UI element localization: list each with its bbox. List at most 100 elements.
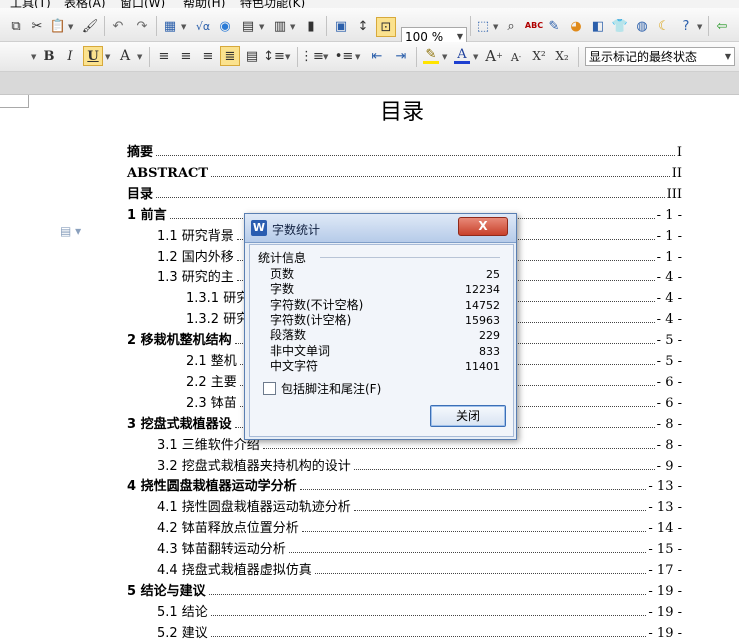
include-footnotes-checkbox[interactable]: [263, 382, 276, 395]
track-changes-view-select[interactable]: 显示标记的最终状态 ▼: [585, 47, 735, 66]
stat-value: 25: [486, 268, 500, 281]
help-dropdown-icon[interactable]: ▼: [697, 23, 702, 31]
line-spacing-icon[interactable]: ↕≡: [263, 48, 285, 64]
toc-entry[interactable]: 5.1 结论 - 19 -: [157, 600, 682, 620]
insert-table-icon[interactable]: ▦: [162, 18, 178, 34]
toc-entry-text: 4.1 挠性圆盘栽植器运动轨迹分析: [157, 500, 351, 515]
convert-pdf-icon[interactable]: ◧: [590, 18, 606, 34]
char-border-button[interactable]: A: [116, 47, 134, 65]
menu-features[interactable]: 特色功能(K): [240, 0, 305, 8]
chart-icon[interactable]: ▮: [303, 18, 319, 34]
font-color-icon[interactable]: A: [454, 47, 470, 64]
page-view-icon[interactable]: ⊡: [376, 17, 396, 37]
increase-indent-icon[interactable]: ⇥: [392, 48, 410, 64]
close-dialog-button[interactable]: 关闭: [430, 405, 506, 427]
columns-icon[interactable]: ▥: [272, 18, 288, 34]
toc-entry[interactable]: 目录 III: [127, 182, 682, 202]
numbered-list-dropdown-icon[interactable]: ▼: [323, 53, 328, 61]
document-map-icon[interactable]: ▣: [333, 18, 349, 34]
toc-entry-text: 4.3 钵苗翻转运动分析: [157, 542, 286, 557]
line-spacing-dropdown-icon[interactable]: ▼: [285, 53, 290, 61]
stats-group-label: 统计信息: [258, 251, 307, 265]
table-grid-dropdown-icon[interactable]: ▼: [259, 23, 264, 31]
bold-button[interactable]: B: [41, 48, 57, 64]
toc-entry[interactable]: 4.4 挠盘式栽植器虚拟仿真 - 17 -: [157, 558, 682, 578]
toc-entry[interactable]: 4.1 挠性圆盘栽植器运动轨迹分析 - 13 -: [157, 495, 682, 515]
undo-icon[interactable]: ↶: [110, 18, 126, 34]
grow-font-button[interactable]: A +: [485, 47, 503, 65]
shrink-font-button[interactable]: A-: [508, 49, 524, 65]
include-footnotes-label[interactable]: 包括脚注和尾注(F): [281, 380, 381, 397]
hyperlink-icon[interactable]: ◉: [217, 18, 233, 34]
paste-icon[interactable]: 📋: [50, 18, 66, 34]
align-left-icon[interactable]: ≡: [156, 48, 172, 64]
paragraph-marker-icon[interactable]: ▤ ▾: [60, 224, 81, 238]
toc-entry[interactable]: 3.2 挖盘式栽植器夹持机构的设计 - 9 -: [157, 454, 682, 474]
toc-entry-page: - 13 -: [648, 479, 682, 494]
translate-icon[interactable]: ✎: [546, 18, 562, 34]
char-border-dropdown-icon[interactable]: ▼: [137, 53, 142, 61]
menu-help[interactable]: 帮助(H): [183, 0, 225, 8]
show-marks-icon[interactable]: ↕: [355, 18, 371, 34]
select-dropdown-icon[interactable]: ▼: [493, 23, 498, 31]
toc-entry[interactable]: ABSTRACT II: [127, 161, 682, 181]
highlight-dropdown-icon[interactable]: ▼: [442, 53, 447, 61]
distribute-icon[interactable]: ▤: [244, 48, 260, 64]
stat-row: 中文字符 11401: [270, 359, 500, 374]
toc-entry-page: - 4 -: [656, 312, 682, 327]
font-size-dropdown-icon[interactable]: ▼: [31, 53, 36, 61]
word-count-dialog: W 字数统计 X 统计信息 页数 25 字数 12234 字符数(不计空格) 14752 字…: [244, 213, 517, 440]
justify-icon[interactable]: ≣: [220, 46, 240, 66]
dialog-titlebar[interactable]: W 字数统计 X: [245, 214, 516, 243]
back-arrow-icon[interactable]: ⇦: [714, 18, 730, 34]
paste-dropdown-icon[interactable]: ▼: [68, 23, 73, 31]
toc-entry[interactable]: 4.2 钵苗释放点位置分析 - 14 -: [157, 516, 682, 536]
stat-label: 非中文单词: [270, 343, 331, 358]
toc-entry-page: - 9 -: [656, 459, 682, 474]
toc-entry-text: 4 挠性圆盘栽植器运动学分析: [127, 479, 297, 494]
browser-icon[interactable]: ◕: [568, 18, 584, 34]
highlight-icon[interactable]: ✎: [423, 48, 439, 64]
subscript-button[interactable]: X₂: [552, 48, 572, 64]
formula-icon[interactable]: √α: [193, 18, 213, 34]
italic-button[interactable]: I: [62, 48, 78, 64]
numbered-list-icon[interactable]: ⋮≡: [300, 48, 324, 64]
toc-leader-dots: [262, 448, 655, 449]
menu-tools[interactable]: 工具(T): [10, 0, 51, 8]
chat-icon[interactable]: ◍: [634, 18, 650, 34]
select-objects-icon[interactable]: ⬚: [475, 18, 491, 34]
shirt-icon[interactable]: 👕: [612, 18, 628, 34]
dialog-close-button[interactable]: X: [458, 217, 508, 236]
redo-icon[interactable]: ↷: [134, 18, 150, 34]
underline-dropdown-icon[interactable]: ▼: [105, 53, 110, 61]
format-painter-icon[interactable]: 🖌: [82, 18, 99, 34]
toc-leader-dots: [210, 615, 647, 616]
toc-entry[interactable]: 5 结论与建议 - 19 -: [127, 579, 682, 599]
toc-entry-page: III: [666, 187, 682, 202]
cut-icon[interactable]: ✂: [29, 18, 45, 34]
toc-entry-text: 2.2 主要: [186, 375, 237, 390]
bullet-list-dropdown-icon[interactable]: ▼: [355, 53, 360, 61]
help-icon[interactable]: ?: [678, 18, 694, 34]
toc-entry[interactable]: 4 挠性圆盘栽植器运动学分析 - 13 -: [127, 474, 682, 494]
toc-entry[interactable]: 摘要 I: [127, 140, 682, 160]
table-grid-icon[interactable]: ▤: [240, 18, 256, 34]
spell-check-icon[interactable]: ABC: [524, 17, 544, 35]
menu-table[interactable]: 表格(A): [64, 0, 106, 8]
align-right-icon[interactable]: ≡: [200, 48, 216, 64]
toc-entry[interactable]: 4.3 钵苗翻转运动分析 - 15 -: [157, 537, 682, 557]
copy-icon[interactable]: ⧉: [8, 18, 24, 34]
align-center-icon[interactable]: ≡: [178, 48, 194, 64]
decrease-indent-icon[interactable]: ⇤: [368, 48, 386, 64]
underline-button[interactable]: U: [83, 46, 103, 66]
table-dropdown-icon[interactable]: ▼: [181, 23, 186, 31]
font-color-dropdown-icon[interactable]: ▼: [473, 53, 478, 61]
toc-entry[interactable]: 5.2 建议 - 19 -: [157, 621, 682, 641]
menu-window[interactable]: 窗口(W): [120, 0, 165, 8]
moon-icon[interactable]: ☾: [656, 18, 672, 34]
columns-dropdown-icon[interactable]: ▼: [290, 23, 295, 31]
superscript-button[interactable]: X²: [529, 48, 549, 64]
stat-row: 页数 25: [270, 267, 500, 282]
find-icon[interactable]: ⌕: [503, 18, 519, 34]
bullet-list-icon[interactable]: •≡: [335, 48, 354, 64]
